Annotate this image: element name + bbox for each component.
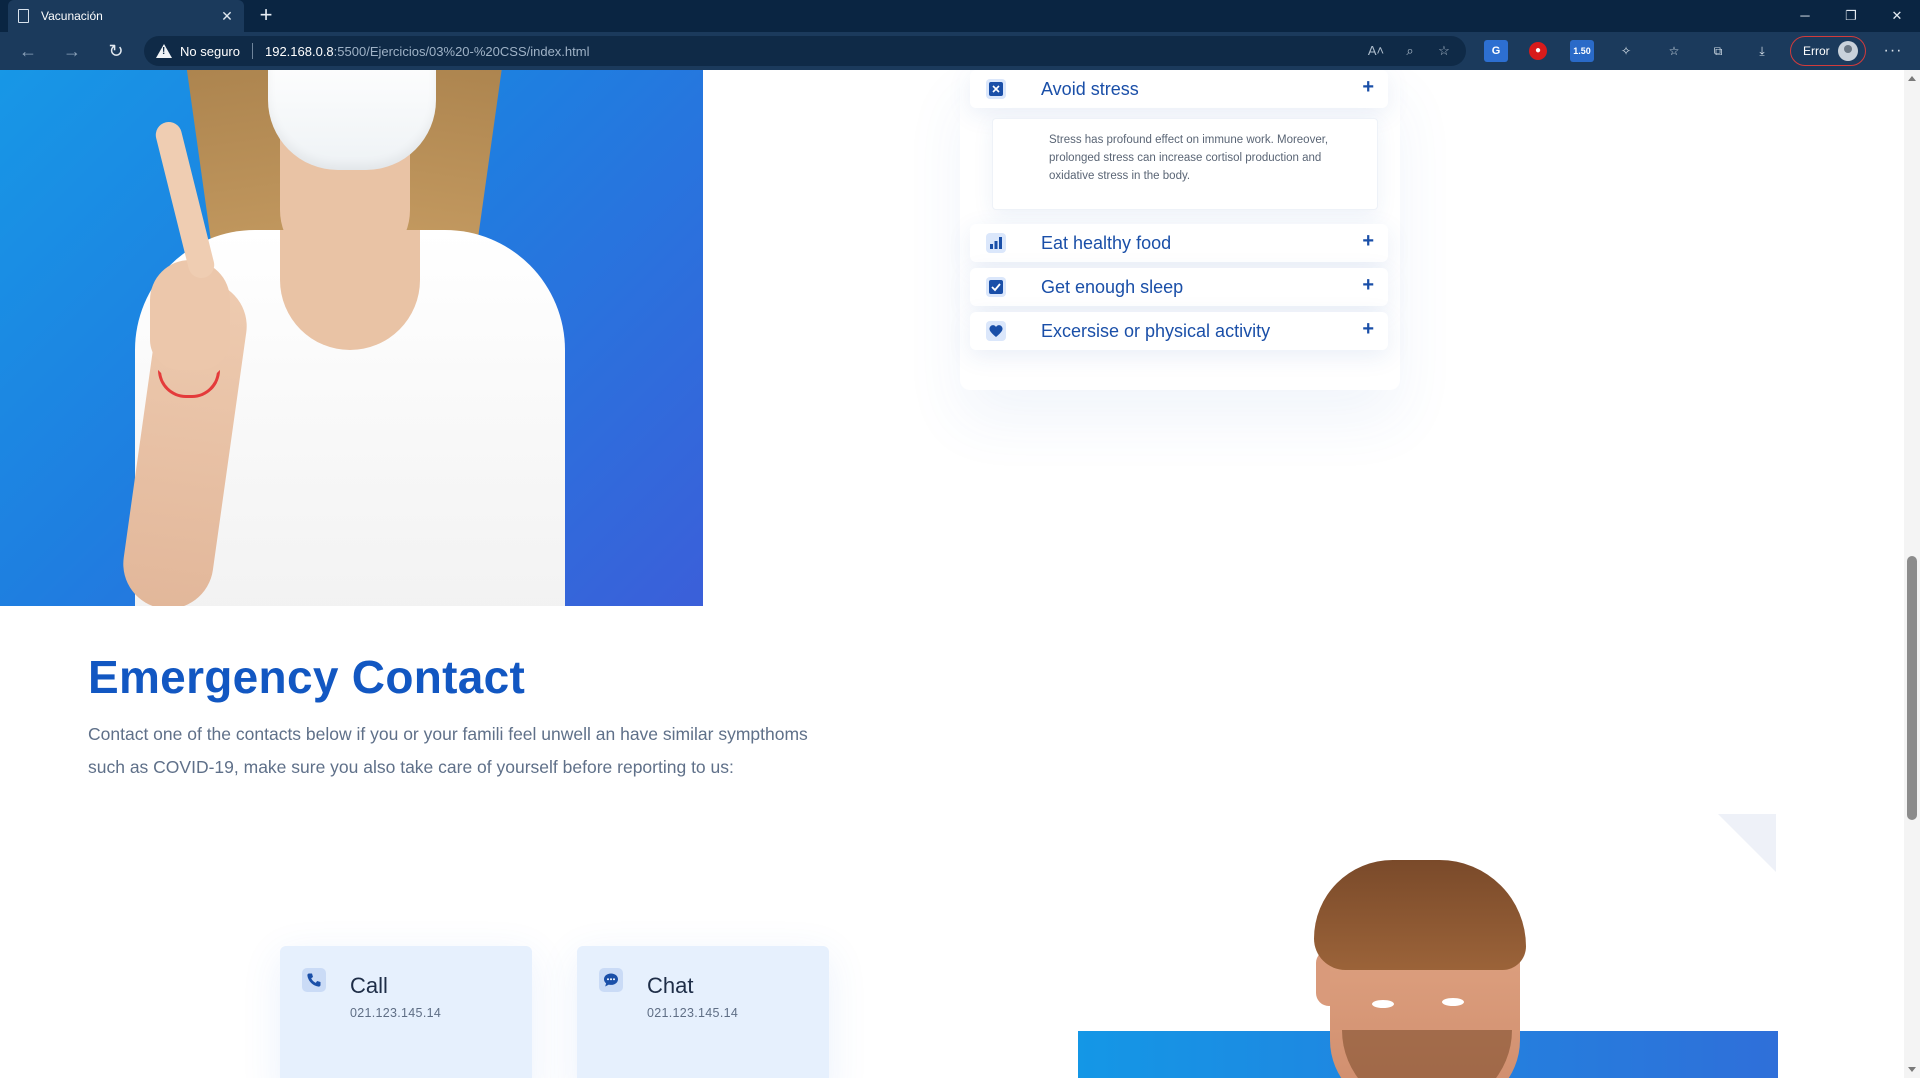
accordion-item-label: Excersise or physical activity [1041, 321, 1271, 341]
x-square-icon [986, 79, 1006, 99]
accordion-item-label: Avoid stress [1041, 79, 1139, 99]
security-label[interactable]: No seguro [180, 44, 240, 59]
browser-tab-active[interactable]: Vacunación ✕ [8, 0, 244, 32]
accordion-item-exercise[interactable]: Excersise or physical activity + [970, 312, 1388, 350]
photo-eye-right [1442, 998, 1464, 1006]
browser-tab-strip: Vacunación ✕ + ─ ❐ ✕ [0, 0, 1920, 32]
phone-icon [302, 968, 326, 992]
contact-card-chat[interactable]: Chat 021.123.145.14 [577, 946, 829, 1078]
restore-window-button[interactable]: ❐ [1828, 0, 1874, 32]
plus-icon[interactable]: + [1362, 76, 1374, 99]
warning-icon [156, 44, 172, 58]
plus-icon[interactable]: + [1362, 274, 1374, 297]
read-aloud-icon[interactable]: A˄ [1366, 41, 1386, 61]
url-path: :5500/Ejercicios/03%20-%20CSS/index.html [333, 43, 590, 59]
accordion-item-label: Get enough sleep [1041, 277, 1184, 297]
section-title: Emergency Contact [88, 651, 526, 703]
chat-bubble-icon [599, 968, 623, 992]
tab-title: Vacunación [41, 9, 103, 23]
avatar [1837, 41, 1858, 61]
page-icon [18, 9, 29, 23]
profile-status-label: Error [1803, 44, 1830, 58]
scrollbar-thumb[interactable] [1907, 556, 1917, 820]
translate-extension-icon[interactable]: G [1484, 40, 1508, 62]
photo-hair [1314, 860, 1526, 970]
adblock-extension-icon[interactable]: ● [1529, 42, 1547, 60]
page-viewport: Avoid stress + Stress has profound effec… [0, 70, 1904, 1078]
accordion-item-eat-healthy-food[interactable]: Eat healthy food + [970, 224, 1388, 262]
bar-chart-icon [986, 233, 1006, 253]
new-tab-button[interactable]: + [254, 3, 278, 27]
accordion-item-label: Eat healthy food [1041, 233, 1172, 253]
close-window-button[interactable]: ✕ [1874, 0, 1920, 32]
contact-number[interactable]: 021.123.145.14 [647, 1006, 738, 1020]
section-description: Contact one of the contacts below if you… [88, 724, 808, 777]
photo-beard [1342, 1030, 1512, 1078]
zoom-icon[interactable]: ⌕ [1400, 41, 1420, 61]
url-host: 192.168.0.8 [264, 43, 334, 59]
forward-arrow-icon[interactable]: → [60, 39, 84, 63]
plus-icon[interactable]: + [1362, 230, 1374, 253]
add-favorite-icon[interactable]: ☆ [1434, 41, 1454, 61]
photo-hand [150, 260, 230, 370]
downloads-icon[interactable]: ⤓ [1750, 40, 1774, 62]
profile-button[interactable]: Error [1790, 36, 1866, 66]
decorative-triangle [1718, 814, 1776, 872]
collections-icon[interactable]: ⧉ [1706, 40, 1730, 62]
plus-icon[interactable]: + [1362, 318, 1374, 341]
checkbox-icon [986, 277, 1006, 297]
contact-title: Call [350, 973, 388, 998]
minimize-window-button[interactable]: ─ [1782, 0, 1828, 32]
heart-icon [986, 321, 1006, 341]
address-bar[interactable]: No seguro 192.168.0.8:5500/Ejercicios/03… [144, 36, 1466, 66]
photo-eye-left [1372, 1000, 1394, 1008]
address-separator [251, 43, 253, 59]
contact-title: Chat [647, 973, 694, 998]
extensions-puzzle-icon[interactable]: ✧ [1614, 40, 1638, 62]
accordion-item-body: Stress has profound effect on immune wor… [992, 118, 1378, 210]
address-bar-actions: A˄ ⌕ ☆ [1366, 41, 1454, 61]
contact-number[interactable]: 021.123.145.14 [350, 1006, 441, 1020]
back-arrow-icon[interactable]: ← [16, 39, 40, 63]
hero-woman-photo [0, 70, 703, 606]
contact-card-call[interactable]: Call 021.123.145.14 [280, 946, 532, 1078]
accordion-item-avoid-stress[interactable]: Avoid stress + [970, 70, 1388, 108]
settings-menu-icon[interactable]: ··· [1880, 38, 1906, 64]
reload-icon[interactable]: ↻ [104, 39, 128, 63]
extension-badge-icon[interactable]: 1.50 [1570, 40, 1594, 62]
accordion-item-get-enough-sleep[interactable]: Get enough sleep + [970, 268, 1388, 306]
scroll-down-icon[interactable] [1908, 1067, 1916, 1072]
page-scrollbar[interactable] [1904, 70, 1920, 1078]
scroll-up-icon[interactable] [1908, 76, 1916, 81]
close-tab-icon[interactable]: ✕ [220, 8, 234, 25]
favorites-icon[interactable]: ☆ [1662, 40, 1686, 62]
